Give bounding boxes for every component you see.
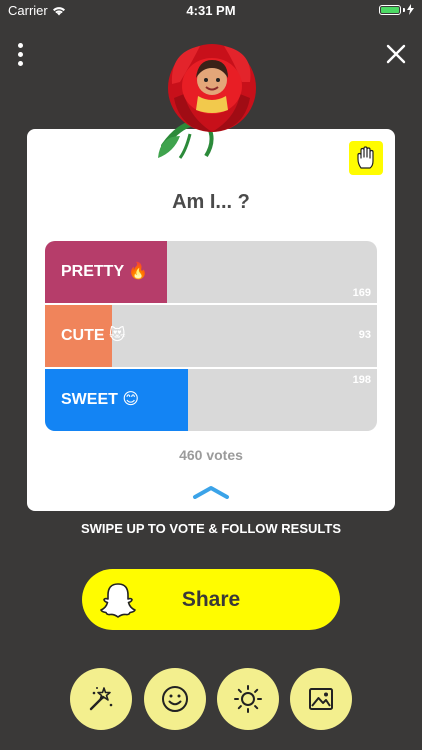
poll-question: Am I... ? xyxy=(172,191,250,213)
charging-bolt-icon xyxy=(407,4,414,15)
chevron-up-icon[interactable] xyxy=(192,485,230,499)
raise-hand-button[interactable] xyxy=(349,141,383,175)
magic-wand-icon xyxy=(89,687,113,711)
poll-option-count: 198 xyxy=(352,374,371,386)
image-button[interactable] xyxy=(290,668,352,730)
more-options-button[interactable] xyxy=(8,40,32,68)
status-bar: Carrier 4:31 PM xyxy=(0,0,422,22)
battery-indicator xyxy=(379,4,414,15)
sticker-button[interactable] xyxy=(144,668,206,730)
poll-option-sweet[interactable]: SWEET 😊 198 xyxy=(45,369,377,431)
poll-option-count: 169 xyxy=(352,287,371,299)
poll-option-pretty[interactable]: PRETTY 🔥 169 xyxy=(45,241,377,305)
poll-option-count: 93 xyxy=(358,329,371,341)
poll-option-label: PRETTY 🔥 xyxy=(61,263,149,280)
share-button[interactable]: Share xyxy=(82,569,340,630)
brightness-icon xyxy=(234,685,262,713)
swipe-hint: SWIPE UP TO VOTE & FOLLOW RESULTS xyxy=(80,521,341,536)
smiley-icon xyxy=(162,686,188,712)
status-time: 4:31 PM xyxy=(186,3,236,18)
share-label: Share xyxy=(181,588,241,611)
close-icon[interactable] xyxy=(384,42,408,66)
hand-icon xyxy=(357,146,374,169)
poll-option-label: CUTE 😻 xyxy=(61,327,126,344)
poll-option-cute[interactable]: CUTE 😻 93 xyxy=(45,305,377,369)
rose-bitmoji-sticker xyxy=(158,44,256,159)
magic-wand-button[interactable] xyxy=(70,668,132,730)
poll-card: Am I... ? PRETTY 🔥 169 CUTE 😻 93 SWEET 😊… xyxy=(27,129,395,511)
brightness-button[interactable] xyxy=(217,668,279,730)
poll-screen: Carrier 4:31 PM Am I... ? PRETTY 🔥 169 C… xyxy=(0,0,422,750)
poll-options: PRETTY 🔥 169 CUTE 😻 93 SWEET 😊 198 xyxy=(45,241,377,431)
image-icon xyxy=(309,688,333,710)
poll-option-label: SWEET 😊 xyxy=(61,391,140,408)
battery-icon xyxy=(379,4,401,15)
total-votes: 460 votes xyxy=(179,447,243,463)
